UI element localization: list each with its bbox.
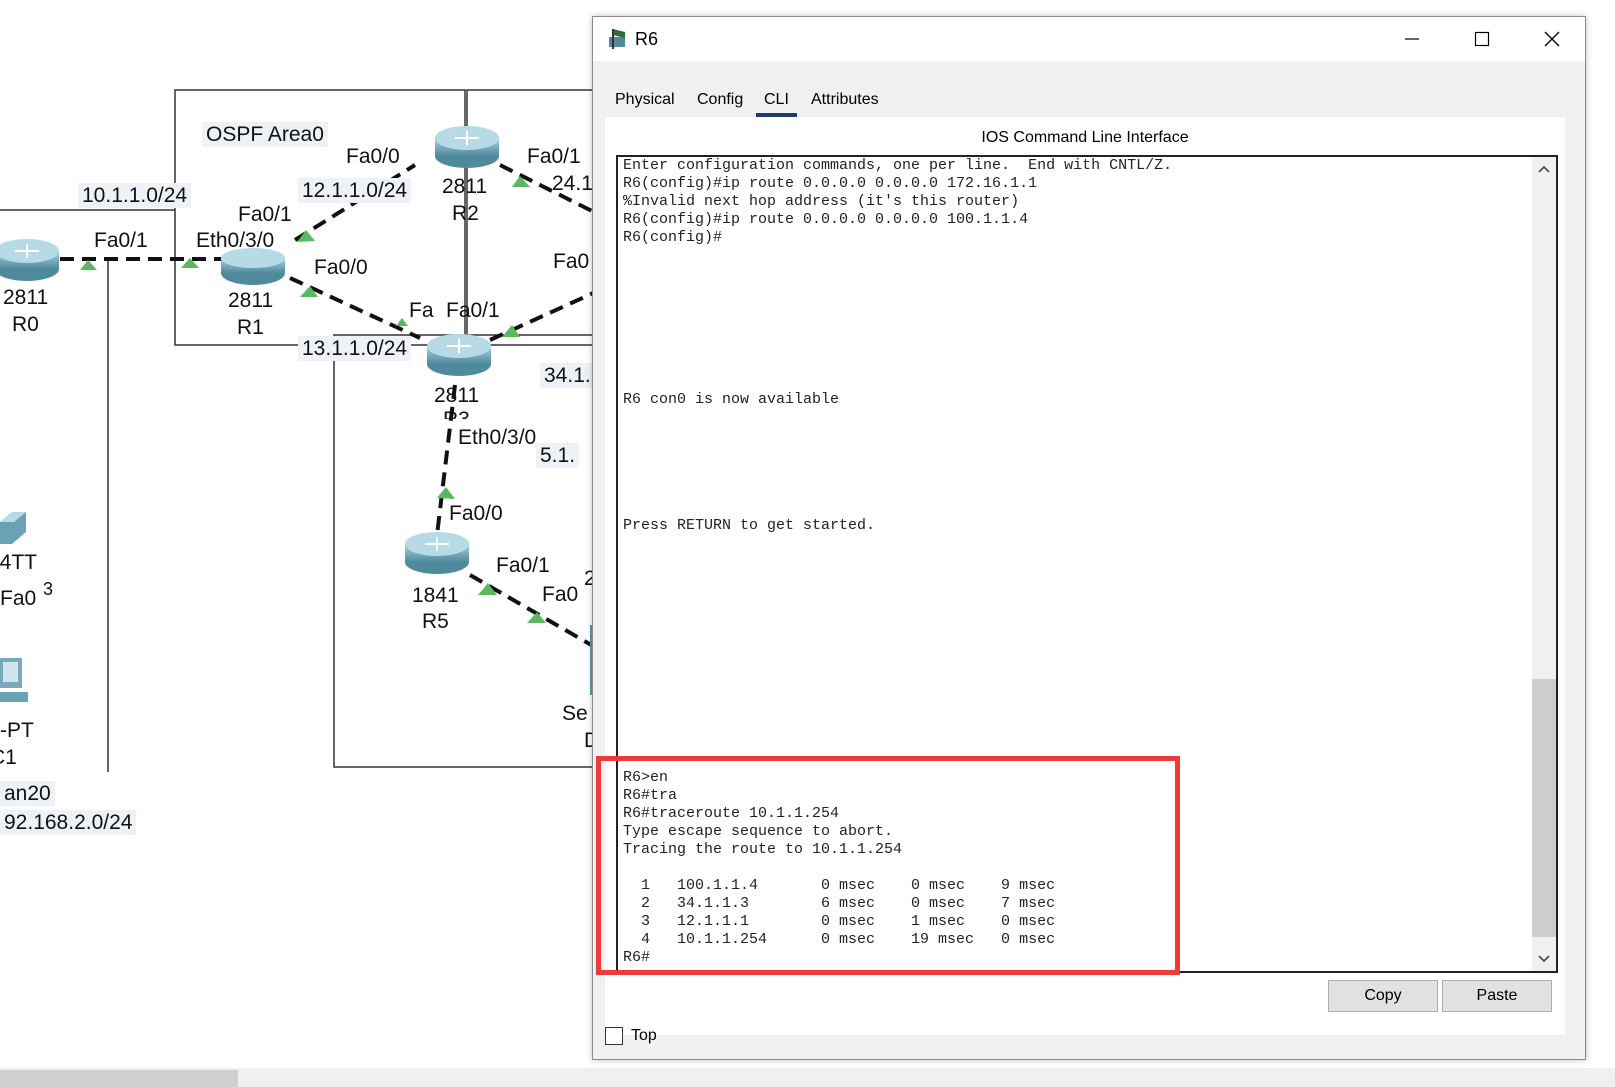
r1-eth030-label: Eth0/3/0 xyxy=(196,229,275,252)
scroll-up-icon[interactable] xyxy=(1532,159,1556,179)
r3-name-label: R3 xyxy=(443,409,470,419)
maximize-button[interactable] xyxy=(1447,17,1517,61)
r0-name-label: R0 xyxy=(12,313,39,336)
terminal-scrollbar-thumb[interactable] xyxy=(1532,679,1556,937)
se-label: Se xyxy=(562,702,588,725)
network-label-5: 5.1. xyxy=(536,443,580,468)
router-app-icon xyxy=(609,29,625,49)
r1-model-label: 2811 xyxy=(228,289,274,312)
pc-model-label: -PT xyxy=(0,719,34,742)
network-label-10: 10.1.1.0/24 xyxy=(78,183,192,208)
canvas-horizontal-scrollbar[interactable] xyxy=(0,1068,1615,1087)
r2-fa01-label: Fa0/1 xyxy=(527,145,581,168)
router-r2-icon[interactable] xyxy=(432,121,502,171)
r0-model-label: 2811 xyxy=(3,286,49,309)
tab-cli-label: CLI xyxy=(764,91,789,108)
r5-model-label: 1841 xyxy=(412,584,459,607)
tab-physical[interactable]: Physical xyxy=(615,91,675,109)
area-label: OSPF Area0 xyxy=(202,122,328,147)
r1-fa01-label: Fa0/1 xyxy=(238,203,292,226)
r3-fa01-label: Fa0/1 xyxy=(446,299,500,322)
copy-button[interactable]: Copy xyxy=(1328,980,1438,1012)
scrollbar-thumb[interactable] xyxy=(0,1070,238,1087)
window-title: R6 xyxy=(635,29,659,49)
pc-icon[interactable] xyxy=(0,658,30,713)
network-label-13: 13.1.1.0/24 xyxy=(298,336,412,361)
window-titlebar[interactable]: R6 xyxy=(593,17,1585,61)
r1-name-label: R1 xyxy=(237,316,264,339)
switch-port-label: 3 xyxy=(43,579,54,599)
network-label-12: 12.1.1.0/24 xyxy=(298,178,412,203)
top-label: Top xyxy=(631,1027,657,1044)
vlan-network-label: 92.168.2.0/24 xyxy=(0,810,137,835)
r1-fa00-label: Fa0/0 xyxy=(314,256,368,279)
router-r5-icon[interactable] xyxy=(402,527,472,577)
minimize-button[interactable] xyxy=(1377,17,1447,61)
r2-name-label: R2 xyxy=(452,202,479,225)
r2-fa00-label: Fa0/0 xyxy=(346,145,400,168)
pc-name-label: C1 xyxy=(0,746,17,769)
switch-model-label: 24TT xyxy=(0,552,38,570)
r0-fa01-label: Fa0/1 xyxy=(94,229,148,252)
close-icon xyxy=(1544,31,1560,47)
switch-icon[interactable] xyxy=(0,512,26,548)
top-checkbox[interactable] xyxy=(605,1027,623,1045)
r3-eth030-label: Eth0/3/0 xyxy=(458,426,537,449)
router-r3-icon[interactable] xyxy=(424,329,494,379)
network-label-34: 34.1. xyxy=(540,363,595,388)
router-r0-icon[interactable] xyxy=(0,234,62,284)
scroll-down-icon[interactable] xyxy=(1532,949,1556,969)
network-label-24: 24.1 xyxy=(552,172,593,195)
highlight-annotation-box xyxy=(596,756,1180,975)
maximize-icon xyxy=(1474,31,1490,47)
r3-fa-left-label: Fa xyxy=(409,299,434,322)
switch-fa0-label: Fa0 xyxy=(0,587,37,610)
fa0-r5-label: Fa0 xyxy=(542,583,579,606)
minimize-icon xyxy=(1405,38,1419,40)
tab-cli[interactable]: CLI xyxy=(756,91,797,117)
tab-config[interactable]: Config xyxy=(697,91,743,109)
vlan-name-label: an20 xyxy=(0,781,55,806)
r2-model-label: 2811 xyxy=(442,175,488,198)
r5-fa00-label: Fa0/0 xyxy=(449,502,503,525)
tab-attributes[interactable]: Attributes xyxy=(811,91,879,109)
fa0-right-label: Fa0 xyxy=(553,250,590,273)
paste-button[interactable]: Paste xyxy=(1442,980,1552,1012)
r3-model-label: 2811 xyxy=(434,384,480,407)
r5-name-label: R5 xyxy=(422,610,449,633)
r5-fa01-label: Fa0/1 xyxy=(496,554,550,577)
terminal-scrollbar[interactable] xyxy=(1532,157,1556,971)
cli-panel-title: IOS Command Line Interface xyxy=(981,129,1189,146)
close-button[interactable] xyxy=(1517,17,1587,61)
